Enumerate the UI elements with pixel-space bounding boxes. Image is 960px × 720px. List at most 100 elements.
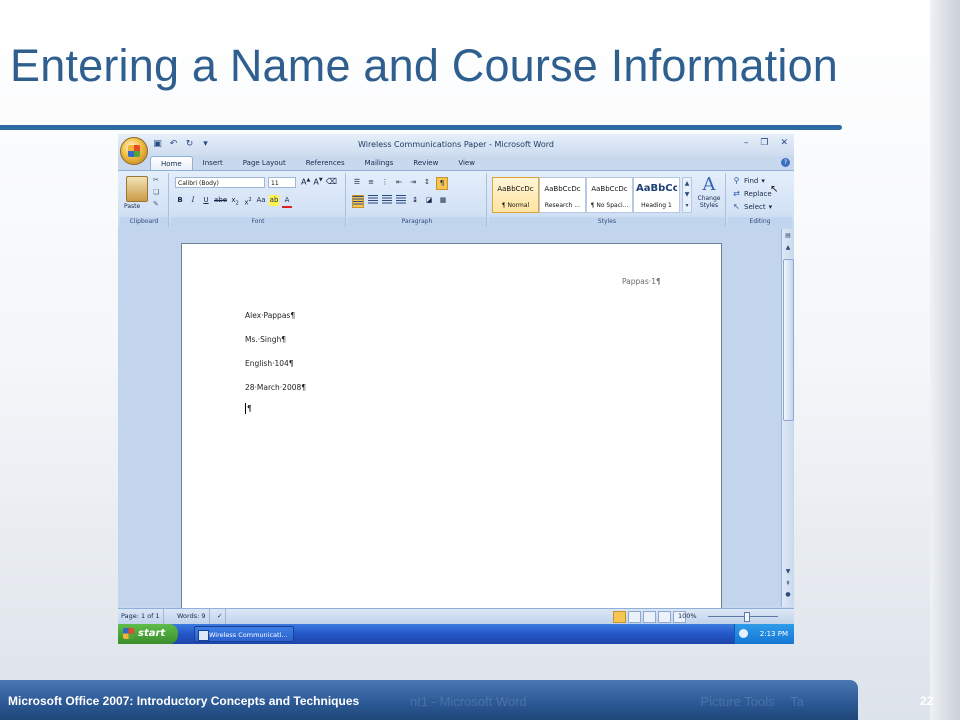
tab-references[interactable]: References <box>296 156 355 170</box>
format-painter-icon[interactable]: ✎ <box>153 200 159 208</box>
zoom-level[interactable]: 100% <box>678 609 697 624</box>
web-layout-icon[interactable] <box>643 611 656 623</box>
vertical-scrollbar[interactable]: ▤ ▲ ▼ ⇞ ● <box>781 229 794 607</box>
page-count[interactable]: Page: 1 of 1 <box>118 609 164 624</box>
align-left-icon[interactable] <box>352 195 364 208</box>
grow-font-icon[interactable]: A▲ <box>301 177 310 187</box>
document-line: Ms.·Singh¶ <box>245 335 287 344</box>
align-center-icon[interactable] <box>368 195 378 206</box>
taskbar-item-label: Wireless Communicati... <box>209 631 288 639</box>
footer-background-text: nt1 - Microsoft Word Picture Tools Ta <box>410 694 804 709</box>
multilevel-list-icon[interactable]: ⋮ <box>380 177 390 188</box>
document-line: 28·March·2008¶ <box>245 383 307 392</box>
browse-object-icon[interactable]: ● <box>783 590 793 600</box>
close-icon[interactable]: ✕ <box>780 138 788 148</box>
paste-button[interactable] <box>126 176 148 202</box>
copy-icon[interactable]: ❏ <box>153 188 159 196</box>
outline-icon[interactable] <box>658 611 671 623</box>
shading-icon[interactable]: ◪ <box>424 195 434 206</box>
italic-button[interactable]: I <box>188 195 198 206</box>
select-arrow-icon: ↖ <box>733 202 740 211</box>
select-button[interactable]: ↖ Select ▾ <box>732 202 772 211</box>
subscript-button[interactable]: x2 <box>230 195 240 206</box>
clear-formatting-icon[interactable]: ⌫ <box>326 177 337 187</box>
minimize-icon[interactable]: – <box>744 138 749 148</box>
tray-icon[interactable] <box>739 629 748 638</box>
paragraph-row-2: ↨ ◪ ▦ <box>352 195 448 208</box>
window-controls: – ❐ ✕ <box>744 138 788 148</box>
styles-gallery-scroll[interactable]: ▲ ▼ ▾ <box>682 177 692 213</box>
paragraph-row-1: ☰ ≡ ⋮ ⇤ ⇥ ↕ ¶ <box>352 177 448 190</box>
start-button[interactable]: start <box>118 624 178 644</box>
word-screenshot: ▣ ↶ ↻ ▾ Wireless Communications Paper - … <box>118 134 794 644</box>
replace-button[interactable]: ⇄ Replace <box>732 189 772 198</box>
slide-title: Entering a Name and Course Information <box>10 40 839 91</box>
underline-button[interactable]: U <box>201 195 211 206</box>
word-document-icon <box>198 630 209 641</box>
numbering-icon[interactable]: ≡ <box>366 177 376 188</box>
cursor-paragraph-mark: ¶ <box>247 404 252 413</box>
zoom-slider[interactable] <box>708 616 778 617</box>
view-buttons <box>613 611 686 623</box>
align-right-icon[interactable] <box>382 195 392 206</box>
windows-logo-icon <box>123 628 134 639</box>
font-group-label: Font <box>171 217 345 227</box>
scroll-down-icon[interactable]: ▼ <box>783 567 793 577</box>
change-styles-button[interactable]: A Change Styles <box>694 175 724 210</box>
proofing-icon[interactable]: ✓ <box>214 609 227 624</box>
office-button[interactable] <box>120 137 148 165</box>
font-size-combo[interactable]: 11 <box>268 177 296 188</box>
scroll-up-icon[interactable]: ▲ <box>783 243 793 253</box>
taskbar-item-word[interactable]: Wireless Communicati... <box>194 626 294 642</box>
previous-page-icon[interactable]: ⇞ <box>783 579 793 589</box>
bold-button[interactable]: B <box>175 195 185 206</box>
tab-mailings[interactable]: Mailings <box>355 156 404 170</box>
tab-view[interactable]: View <box>448 156 485 170</box>
full-screen-reading-icon[interactable] <box>628 611 641 623</box>
increase-indent-icon[interactable]: ⇥ <box>408 177 418 188</box>
restore-icon[interactable]: ❐ <box>760 138 768 148</box>
change-styles-label: Change Styles <box>697 195 721 209</box>
highlight-icon[interactable]: ab <box>269 195 280 206</box>
style-normal[interactable]: AaBbCcDc ¶ Normal <box>492 177 539 213</box>
text-cursor <box>245 403 246 414</box>
superscript-button[interactable]: x2 <box>243 195 253 206</box>
line-spacing-icon[interactable]: ↨ <box>410 195 420 206</box>
system-tray: 2:13 PM <box>734 624 794 644</box>
style-no-spacing[interactable]: AaBbCcDc ¶ No Spaci... <box>586 177 633 213</box>
style-name: ¶ Normal <box>501 202 530 209</box>
font-color-icon[interactable]: A <box>282 195 293 208</box>
office-logo-icon <box>128 145 140 157</box>
style-sample: AaBbCcDc <box>497 185 534 193</box>
sort-icon[interactable]: ↕ <box>422 177 432 188</box>
find-button[interactable]: ⚲ Find ▾ <box>732 176 765 185</box>
show-hide-icon[interactable]: ¶ <box>436 177 448 190</box>
document-header: Pappas·1¶ <box>622 277 661 286</box>
cut-icon[interactable]: ✂ <box>153 176 159 184</box>
tab-review[interactable]: Review <box>403 156 448 170</box>
ruler-toggle-icon[interactable]: ▤ <box>783 231 793 241</box>
borders-icon[interactable]: ▦ <box>438 195 448 206</box>
mouse-pointer-icon: ↖ <box>770 184 779 195</box>
style-research[interactable]: AaBbCcDc Research ... <box>539 177 586 213</box>
tab-insert[interactable]: Insert <box>193 156 233 170</box>
style-name: ¶ No Spaci... <box>590 202 629 209</box>
style-heading-1[interactable]: AaBbCc Heading 1 <box>633 177 680 213</box>
change-case-button[interactable]: Aa <box>256 195 266 206</box>
justify-icon[interactable] <box>396 195 406 206</box>
tab-page-layout[interactable]: Page Layout <box>233 156 296 170</box>
zoom-slider-thumb[interactable] <box>744 612 750 622</box>
shrink-font-icon[interactable]: A▼ <box>313 177 322 187</box>
scroll-thumb[interactable] <box>783 259 794 421</box>
find-label: Find <box>744 176 759 185</box>
help-icon[interactable]: ? <box>781 158 790 167</box>
bullets-icon[interactable]: ☰ <box>352 177 362 188</box>
document-page[interactable]: Pappas·1¶ Alex·Pappas¶ Ms.·Singh¶ Englis… <box>181 243 722 625</box>
tab-home[interactable]: Home <box>150 156 193 170</box>
decrease-indent-icon[interactable]: ⇤ <box>394 177 404 188</box>
word-count[interactable]: Words: 9 <box>174 609 210 624</box>
document-line: Alex·Pappas¶ <box>245 311 296 320</box>
font-name-combo[interactable]: Calibri (Body) <box>175 177 265 188</box>
strikethrough-button[interactable]: abe <box>214 195 227 206</box>
print-layout-icon[interactable] <box>613 611 626 623</box>
